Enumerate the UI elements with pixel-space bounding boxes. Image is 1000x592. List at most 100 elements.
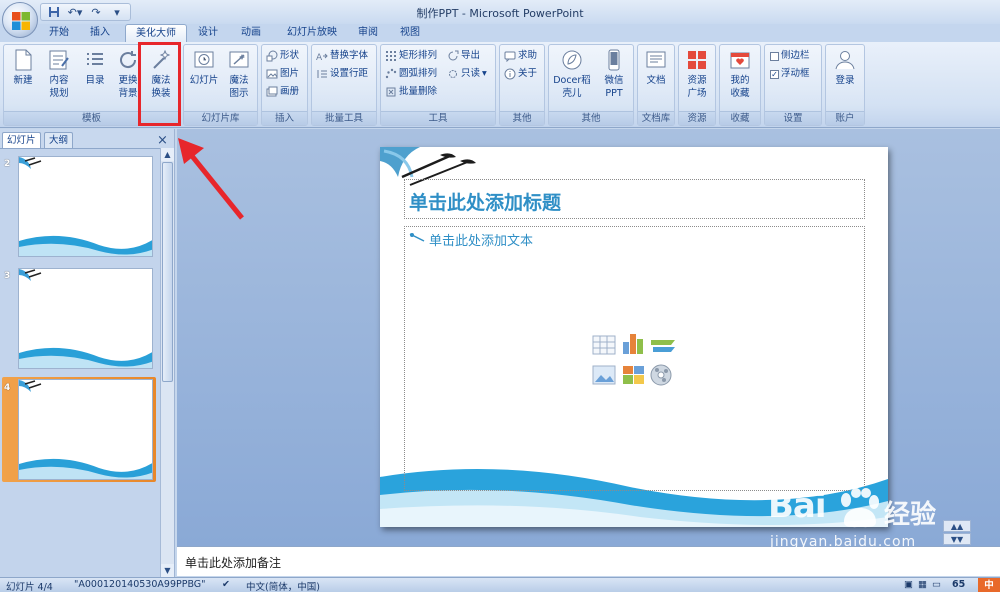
office-button[interactable] bbox=[2, 2, 38, 38]
group-account: 登录 账户 bbox=[825, 44, 865, 126]
slide-thumbnail-3[interactable] bbox=[18, 268, 153, 369]
content-plan-icon bbox=[49, 50, 69, 70]
tab-outline[interactable]: 大纲 bbox=[44, 132, 74, 148]
tab-review[interactable]: 审阅 bbox=[350, 24, 386, 42]
content-placeholder[interactable]: 单击此处添加文本 bbox=[404, 226, 865, 491]
my-favorites-button[interactable]: 我的 收藏 bbox=[723, 48, 757, 110]
view-normal-icon[interactable]: ▣ bbox=[904, 579, 913, 590]
tab-animation[interactable]: 动画 bbox=[232, 24, 270, 42]
group-slide-library: 幻灯片 魔法 图示 幻灯片库 bbox=[183, 44, 258, 126]
arc-arrange-button[interactable]: 圆弧排列 bbox=[385, 66, 437, 82]
watermark-brand: Bai bbox=[768, 486, 827, 526]
group-batch-tools: A 替换字体 设置行距 批量工具 bbox=[311, 44, 377, 126]
floating-box-toggle[interactable]: ✓ 浮动框 bbox=[770, 66, 810, 82]
annotation-highlight-box bbox=[138, 42, 181, 126]
bullet-bird-icon bbox=[409, 233, 425, 242]
new-button[interactable]: 新建 bbox=[6, 48, 40, 110]
help-chat-icon bbox=[504, 51, 516, 62]
slide-thumb-graphic bbox=[19, 157, 152, 256]
language-indicator[interactable]: 中文(简体，中国) bbox=[246, 579, 320, 592]
tab-slides[interactable]: 幻灯片 bbox=[2, 132, 41, 148]
line-spacing-button[interactable]: 设置行距 bbox=[316, 66, 368, 82]
group-label-other-help: 其他 bbox=[500, 111, 544, 125]
line-spacing-icon bbox=[317, 70, 327, 78]
group-favorites: 我的 收藏 收藏 bbox=[719, 44, 761, 126]
group-resources: 资源 广场 资源 bbox=[678, 44, 716, 126]
slide-thumbnail-2[interactable] bbox=[18, 156, 153, 257]
login-button[interactable]: 登录 bbox=[828, 48, 862, 110]
shape-icon bbox=[266, 50, 278, 62]
toc-button[interactable]: 目录 bbox=[78, 48, 112, 110]
readonly-button[interactable]: 只读 ▾ bbox=[447, 66, 487, 82]
group-other-help: 求助 关于 其他 bbox=[499, 44, 545, 126]
about-button[interactable]: 关于 bbox=[504, 66, 537, 82]
slide-thumbnail-4[interactable] bbox=[18, 379, 153, 480]
content-plan-button[interactable]: 内容 规划 bbox=[42, 48, 76, 110]
help-button[interactable]: 求助 bbox=[504, 48, 537, 64]
window-title: 制作PPT - Microsoft PowerPoint bbox=[416, 7, 584, 20]
picture-button[interactable]: 图片 bbox=[266, 66, 299, 82]
view-sorter-icon[interactable]: ▦ bbox=[918, 579, 927, 590]
view-slideshow-icon[interactable]: ▭ bbox=[932, 579, 941, 590]
slide-thumbnails: 2 3 4 bbox=[0, 148, 160, 577]
group-label-tools: 工具 bbox=[381, 111, 495, 125]
group-insert: 形状 图片 画册 插入 bbox=[261, 44, 308, 126]
magic-diagram-button[interactable]: 魔法 图示 bbox=[222, 48, 256, 110]
watermark-url: jingyan.baidu.com bbox=[770, 534, 917, 550]
ime-indicator-icon[interactable]: 中 bbox=[978, 578, 1000, 592]
grid-dots-icon bbox=[386, 51, 396, 61]
group-label-other-docer: 其他 bbox=[549, 111, 633, 125]
tab-slideshow[interactable]: 幻灯片放映 bbox=[282, 24, 342, 42]
theme-name[interactable]: "A000120140530A99PPBG" bbox=[74, 579, 206, 590]
info-icon bbox=[504, 68, 516, 80]
batch-delete-button[interactable]: 批量删除 bbox=[385, 84, 437, 100]
spell-check-icon[interactable]: ✔ bbox=[222, 579, 230, 590]
slide-counter: 幻灯片 4/4 bbox=[6, 582, 53, 592]
group-doc-library: 文档 文档库 bbox=[637, 44, 675, 126]
office-logo-icon bbox=[12, 12, 30, 30]
group-tools: 矩形排列 导出 圆弧排列 只读 ▾ 批量删除 工具 bbox=[380, 44, 496, 126]
slide-lib-button[interactable]: 幻灯片 bbox=[187, 48, 221, 110]
title-placeholder[interactable]: 单击此处添加标题 bbox=[404, 179, 865, 219]
rect-arrange-button[interactable]: 矩形排列 bbox=[385, 48, 437, 64]
insert-smartart-icon[interactable] bbox=[651, 340, 675, 352]
group-label-account: 账户 bbox=[826, 111, 864, 125]
group-label-resources: 资源 bbox=[679, 111, 715, 125]
tab-home[interactable]: 开始 bbox=[40, 24, 78, 42]
album-button[interactable]: 画册 bbox=[266, 84, 299, 100]
tab-design[interactable]: 设计 bbox=[190, 24, 226, 42]
zoom-level[interactable]: 65 bbox=[952, 579, 965, 590]
group-label-slide-library: 幻灯片库 bbox=[184, 111, 257, 125]
new-doc-icon bbox=[15, 49, 32, 71]
wechat-ppt-button[interactable]: 微信 PPT bbox=[597, 48, 631, 110]
insert-chart-icon[interactable] bbox=[623, 334, 643, 354]
insert-table-icon[interactable] bbox=[592, 335, 616, 355]
scroll-down-icon[interactable]: ▼ bbox=[161, 564, 174, 577]
replace-font-button[interactable]: A 替换字体 bbox=[316, 48, 368, 64]
tab-beautify-master[interactable]: 美化大师 bbox=[125, 24, 187, 43]
insert-media-icon[interactable] bbox=[650, 364, 672, 386]
floating-box-checkbox[interactable]: ✓ bbox=[770, 69, 779, 79]
group-other-docer: Docer稻 壳儿 微信 PPT 其他 bbox=[548, 44, 634, 126]
insert-clipart-icon[interactable] bbox=[623, 366, 644, 384]
docer-button[interactable]: Docer稻 壳儿 bbox=[551, 48, 593, 110]
docs-button[interactable]: 文档 bbox=[639, 48, 673, 110]
shape-button[interactable]: 形状 bbox=[266, 48, 299, 64]
batch-delete-icon bbox=[386, 87, 396, 97]
resource-plaza-button[interactable]: 资源 广场 bbox=[680, 48, 714, 110]
picture-icon bbox=[266, 69, 278, 79]
current-slide: 单击此处添加标题 单击此处添加文本 bbox=[380, 147, 888, 527]
insert-picture-icon[interactable] bbox=[592, 365, 616, 385]
tab-insert[interactable]: 插入 bbox=[82, 24, 118, 42]
docer-leaf-icon bbox=[562, 50, 582, 70]
font-replace-icon: A bbox=[316, 53, 328, 62]
sidebar-checkbox[interactable] bbox=[770, 51, 779, 61]
export-button[interactable]: 导出 bbox=[447, 48, 480, 64]
slide-thumb-graphic bbox=[19, 269, 152, 368]
tab-view[interactable]: 视图 bbox=[392, 24, 428, 42]
content-placeholder-text: 单击此处添加文本 bbox=[429, 234, 534, 249]
close-panel-icon[interactable]: × bbox=[157, 134, 168, 147]
group-label-insert: 插入 bbox=[262, 111, 307, 125]
sidebar-toggle[interactable]: 侧边栏 bbox=[770, 48, 810, 64]
panel-tabs: 幻灯片 大纲 × bbox=[0, 132, 175, 148]
